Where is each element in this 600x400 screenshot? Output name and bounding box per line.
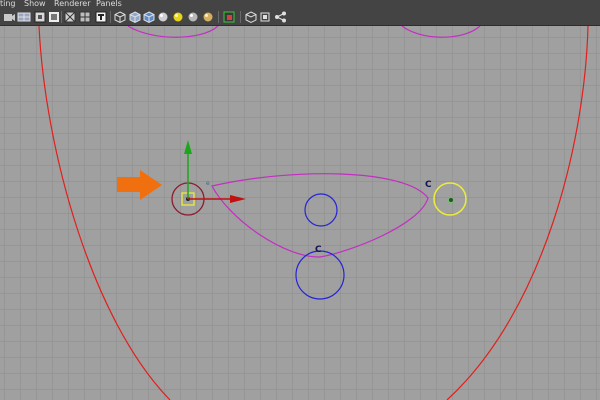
menu-show[interactable]: Show [24,0,46,8]
menu-renderer[interactable]: Renderer [54,0,91,8]
toolbar-separator [218,11,219,23]
maya-viewport-window: ting Show Renderer Panels e C C [0,0,600,400]
smooth-shade-icon[interactable] [128,10,142,24]
ambient-occlusion-icon[interactable] [186,10,200,24]
camera-icon[interactable] [2,10,16,24]
xray-icon[interactable] [222,10,236,24]
isolate-select-icon[interactable] [201,10,215,24]
default-light-icon[interactable] [156,10,170,24]
xray-components-icon[interactable] [258,10,272,24]
share-icon[interactable] [273,10,287,24]
menu-panels[interactable]: Panels [96,0,122,8]
toolbar-separator [110,11,111,23]
pivot-hint-label: e [206,180,210,187]
right-control-label: C [425,180,432,190]
jaw-control-label: C [315,245,322,255]
grid-icon[interactable] [17,10,31,24]
perspective-viewport[interactable]: e C C [0,26,600,400]
right-corner-pivot [448,197,454,203]
viewport-grid [0,26,600,400]
viewport-canvas[interactable]: e C C [0,26,600,400]
panel-menu-bar: ting Show Renderer Panels [0,0,600,9]
xray-joints-icon[interactable] [244,10,258,24]
bookmark-icon[interactable] [33,10,47,24]
texture-icon[interactable] [94,10,108,24]
wireframe-cube-icon[interactable] [113,10,127,24]
toolbar-separator [61,11,62,23]
panel-toolbar [0,9,600,26]
textured-cube-icon[interactable] [142,10,156,24]
resolution-gate-icon[interactable] [78,10,92,24]
menu-lighting[interactable]: ting [0,0,16,8]
image-plane-icon[interactable] [47,10,61,24]
shadow-sphere-icon[interactable] [171,10,185,24]
gate-mask-icon[interactable] [63,10,77,24]
toolbar-separator [240,11,241,23]
